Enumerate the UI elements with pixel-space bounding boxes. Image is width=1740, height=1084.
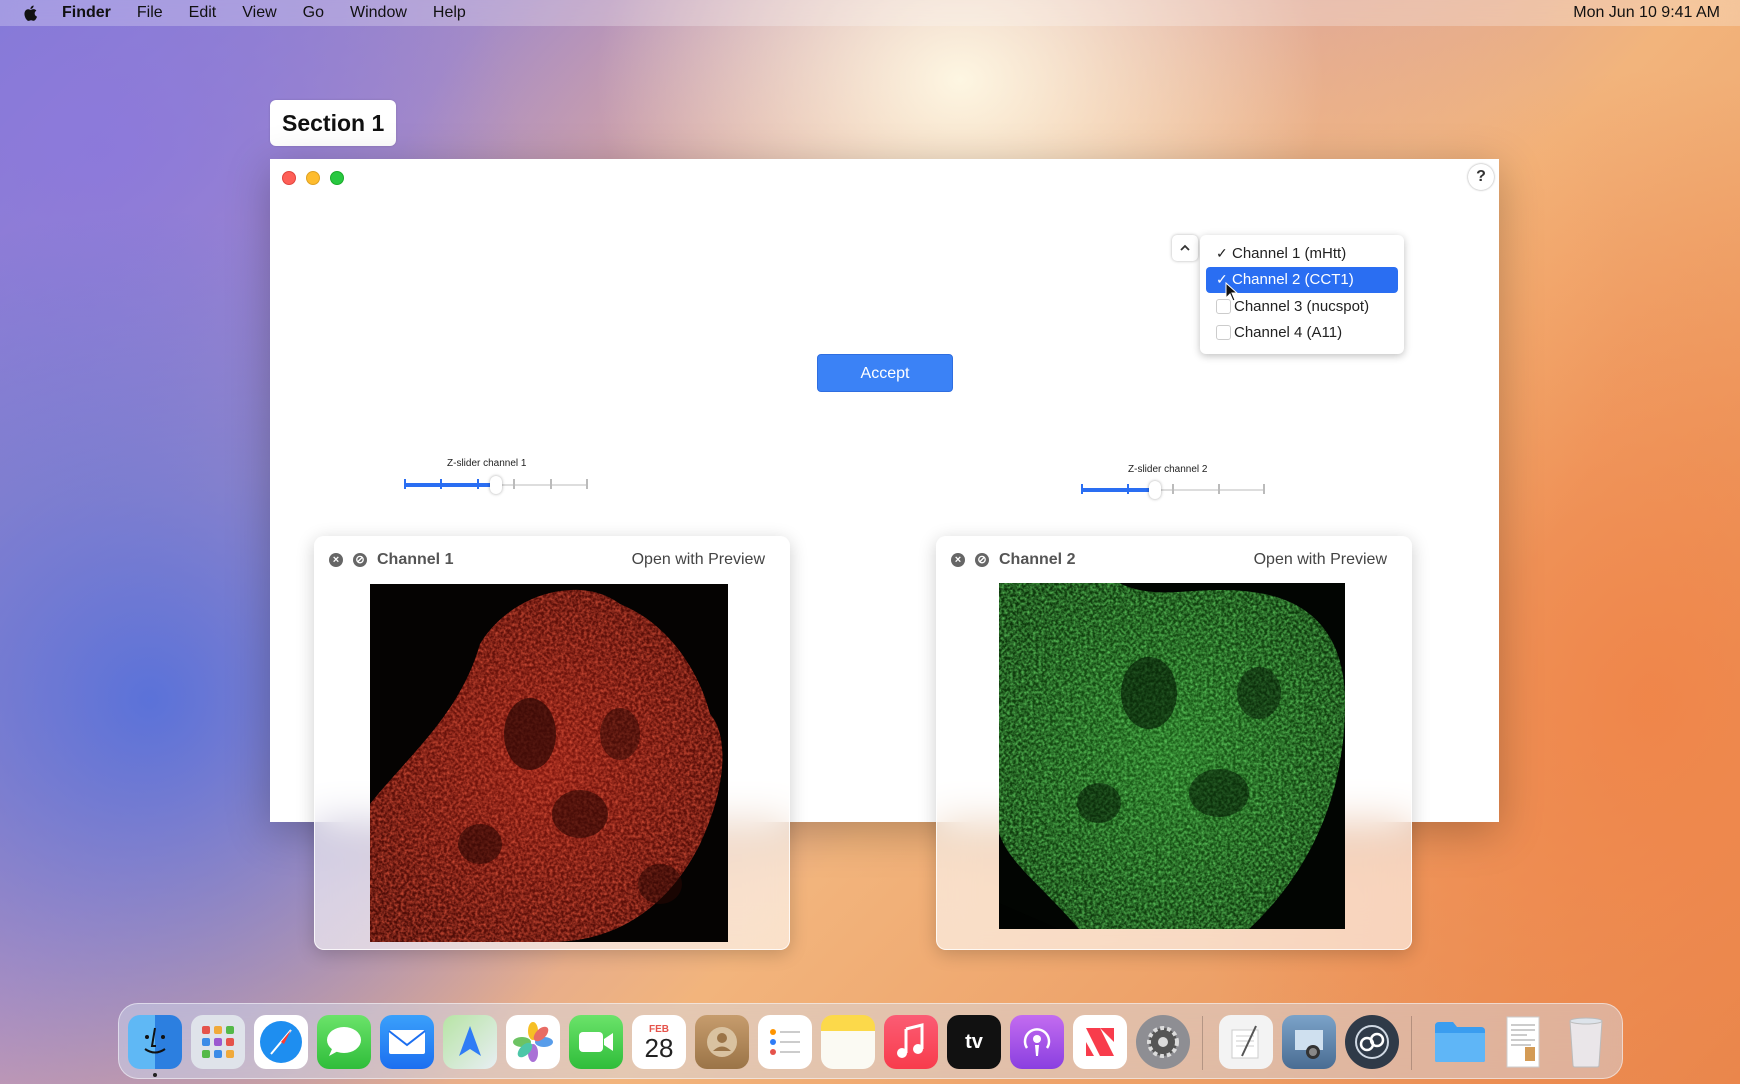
dock: FEB 28 tv xyxy=(118,1003,1623,1079)
menubar-clock[interactable]: Mon Jun 10 9:41 AM xyxy=(1573,4,1720,22)
slider-tick xyxy=(1126,484,1129,494)
slider-fill xyxy=(1082,488,1155,492)
menu-file[interactable]: File xyxy=(137,4,163,22)
channel-option-label: Channel 2 (CCT1) xyxy=(1232,271,1354,289)
menu-go[interactable]: Go xyxy=(303,4,324,22)
facetime-icon[interactable] xyxy=(569,1015,623,1069)
z-slider-channel-1[interactable] xyxy=(404,476,588,494)
finder-icon[interactable] xyxy=(128,1015,182,1069)
menu-view[interactable]: View xyxy=(242,4,276,22)
calendar-day: 28 xyxy=(644,1032,674,1063)
reminders-icon[interactable] xyxy=(758,1015,812,1069)
checkbox-unchecked[interactable] xyxy=(1216,325,1231,341)
music-icon[interactable] xyxy=(884,1015,938,1069)
tv-icon[interactable]: tv xyxy=(947,1015,1001,1069)
checkmark-icon: ✓ xyxy=(1216,244,1228,261)
slider-tick xyxy=(549,479,552,489)
slider-tick xyxy=(1081,484,1083,494)
channel-2-image xyxy=(999,583,1345,929)
z-slider-channel-2[interactable] xyxy=(1081,481,1265,499)
mouse-pointer-icon xyxy=(1225,282,1239,302)
open-with-preview-button[interactable]: Open with Preview xyxy=(1243,547,1397,573)
tv-label: tv xyxy=(965,1030,983,1053)
messages-icon[interactable] xyxy=(317,1015,371,1069)
slider-tick xyxy=(476,479,479,489)
channel-option-label: Channel 1 (mHtt) xyxy=(1232,244,1347,262)
safari-icon[interactable] xyxy=(254,1015,308,1069)
panel-title: Channel 2 xyxy=(999,551,1076,568)
close-icon[interactable]: × xyxy=(329,553,343,567)
slider-tick xyxy=(1172,484,1174,494)
textedit-icon[interactable] xyxy=(1219,1015,1273,1069)
slider-tick xyxy=(1217,484,1220,494)
chevron-up-icon xyxy=(1180,244,1190,251)
photos-icon[interactable] xyxy=(506,1015,560,1069)
slider-1-label: Z-slider channel 1 xyxy=(447,458,527,469)
launchpad-icon[interactable] xyxy=(191,1015,245,1069)
document-icon[interactable] xyxy=(1496,1015,1550,1069)
quicklook-panel-channel-1: × ⊘ Channel 1 Open with Preview xyxy=(314,536,790,950)
minimize-window-button[interactable] xyxy=(306,171,320,185)
slider-tick xyxy=(513,479,516,489)
accept-button[interactable]: Accept xyxy=(817,354,953,392)
notes-icon[interactable] xyxy=(821,1015,875,1069)
channel-option-1[interactable]: ✓ Channel 1 (mHtt) xyxy=(1206,240,1398,267)
system-settings-icon[interactable] xyxy=(1136,1015,1190,1069)
panel-title: Channel 1 xyxy=(377,551,454,568)
menu-window[interactable]: Window xyxy=(350,4,407,22)
menu-help[interactable]: Help xyxy=(433,4,466,22)
dropdown-collapse-button[interactable] xyxy=(1172,235,1198,261)
close-window-button[interactable] xyxy=(282,171,296,185)
preview-icon[interactable] xyxy=(1282,1015,1336,1069)
slider-2-label: Z-slider channel 2 xyxy=(1128,464,1208,475)
section-label: Section 1 xyxy=(270,100,397,146)
channel-option-label: Channel 3 (nucspot) xyxy=(1234,297,1370,315)
slider-tick xyxy=(586,479,588,489)
slider-thumb[interactable] xyxy=(1148,481,1161,499)
screen-sharing-icon[interactable] xyxy=(1345,1015,1399,1069)
menu-finder[interactable]: Finder xyxy=(62,4,111,22)
slider-thumb[interactable] xyxy=(490,476,502,494)
dock-separator xyxy=(1411,1016,1412,1070)
menu-bar: Finder File Edit View Go Window Help Mon… xyxy=(0,0,1740,26)
apple-menu-icon[interactable] xyxy=(22,4,40,22)
folder-icon[interactable] xyxy=(1433,1015,1487,1069)
maps-icon[interactable] xyxy=(443,1015,497,1069)
fullscreen-icon[interactable]: ⊘ xyxy=(975,553,989,567)
mail-icon[interactable] xyxy=(380,1015,434,1069)
news-icon[interactable] xyxy=(1073,1015,1127,1069)
contacts-icon[interactable] xyxy=(695,1015,749,1069)
zoom-window-button[interactable] xyxy=(330,171,344,185)
channel-option-4[interactable]: Channel 4 (A11) xyxy=(1206,320,1398,347)
slider-fill xyxy=(405,483,496,487)
podcasts-icon[interactable] xyxy=(1010,1015,1064,1069)
dock-separator xyxy=(1202,1016,1203,1070)
channel-1-image xyxy=(370,584,728,942)
slider-tick xyxy=(404,479,406,489)
open-with-preview-button[interactable]: Open with Preview xyxy=(621,547,775,573)
channel-option-label: Channel 4 (A11) xyxy=(1234,324,1343,342)
close-icon[interactable]: × xyxy=(951,553,965,567)
slider-tick xyxy=(440,479,443,489)
calendar-icon[interactable]: FEB 28 xyxy=(632,1015,686,1069)
help-button[interactable]: ? xyxy=(1468,164,1494,190)
menu-edit[interactable]: Edit xyxy=(189,4,217,22)
running-indicator xyxy=(153,1073,157,1077)
slider-tick xyxy=(1263,484,1265,494)
quicklook-panel-channel-2: × ⊘ Channel 2 Open with Preview xyxy=(936,536,1412,950)
fullscreen-icon[interactable]: ⊘ xyxy=(353,553,367,567)
trash-icon[interactable] xyxy=(1559,1015,1613,1069)
